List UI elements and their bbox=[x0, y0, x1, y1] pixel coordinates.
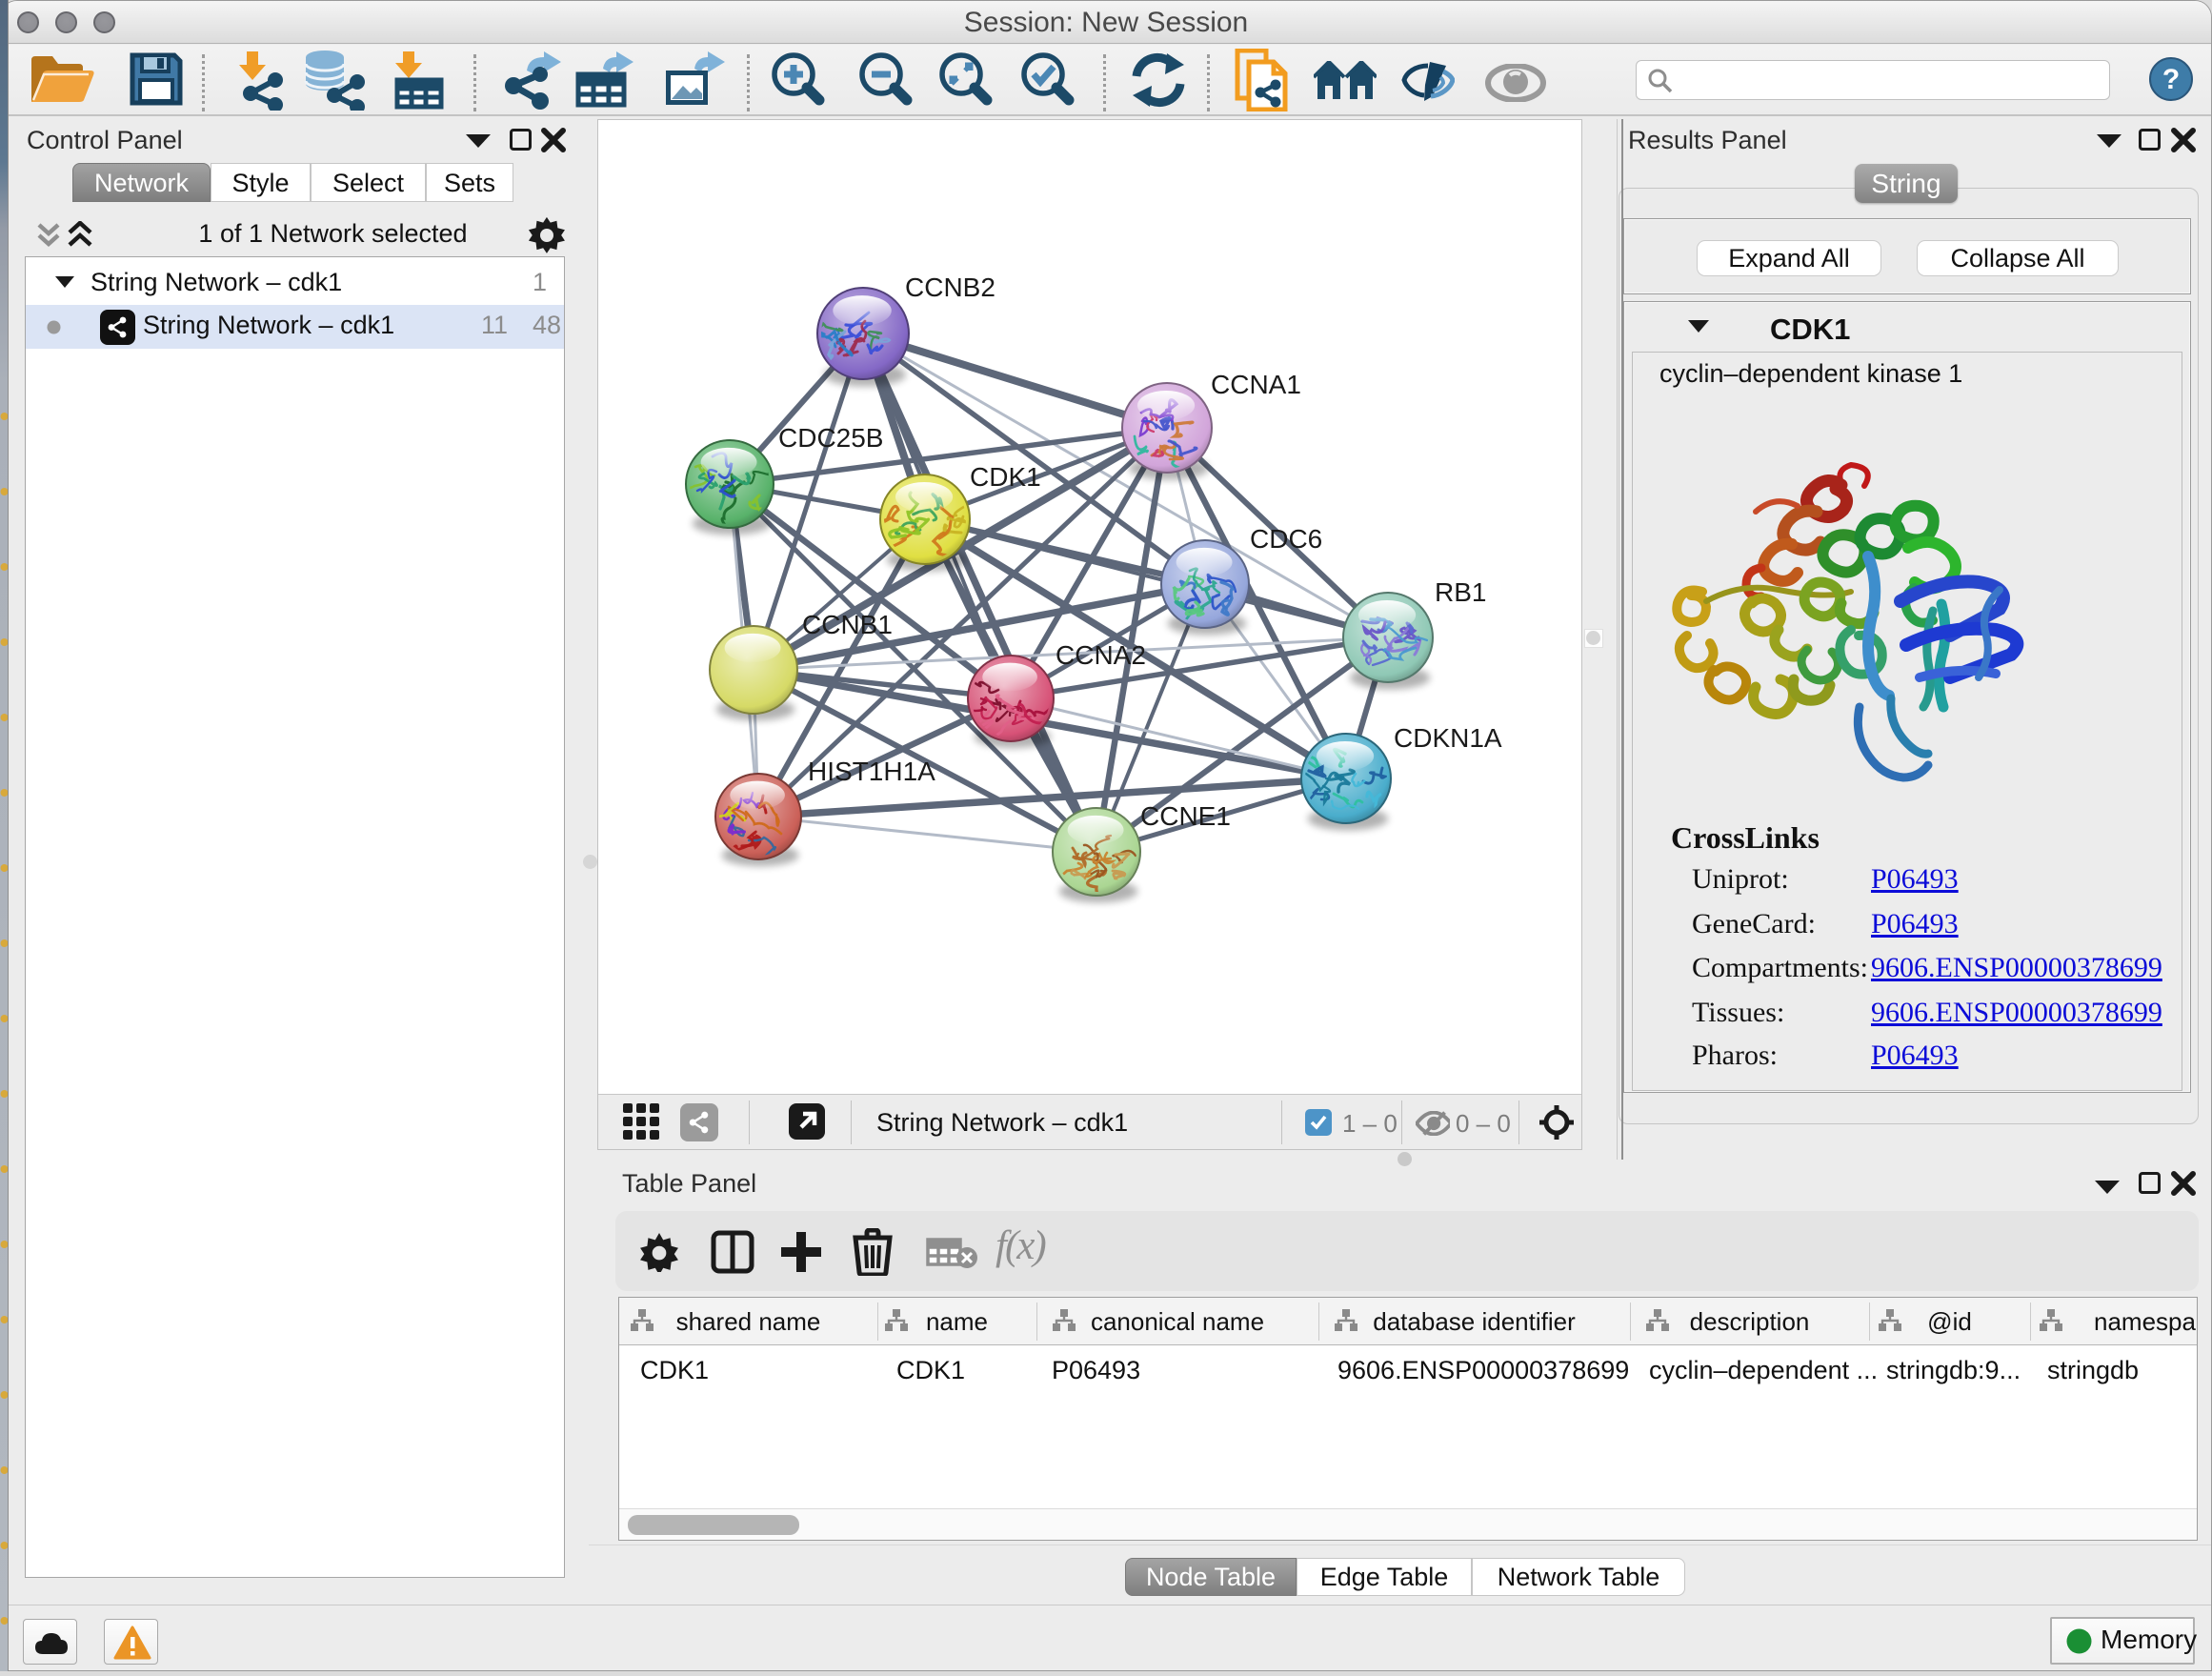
svg-text:CCNA1: CCNA1 bbox=[1211, 370, 1301, 399]
svg-text:CDC6: CDC6 bbox=[1250, 524, 1322, 554]
svg-text:CCNB2: CCNB2 bbox=[905, 273, 995, 302]
svg-text:CDC25B: CDC25B bbox=[778, 423, 883, 453]
svg-text:CCNB1: CCNB1 bbox=[802, 610, 893, 639]
svg-text:CDKN1A: CDKN1A bbox=[1394, 723, 1502, 753]
svg-text:RB1: RB1 bbox=[1435, 577, 1486, 607]
svg-text:CCNA2: CCNA2 bbox=[1056, 640, 1146, 670]
svg-text:CDK1: CDK1 bbox=[970, 462, 1041, 492]
svg-text:HIST1H1A: HIST1H1A bbox=[808, 757, 935, 786]
svg-text:CCNE1: CCNE1 bbox=[1140, 801, 1231, 831]
svg-text:?: ? bbox=[2162, 64, 2180, 95]
